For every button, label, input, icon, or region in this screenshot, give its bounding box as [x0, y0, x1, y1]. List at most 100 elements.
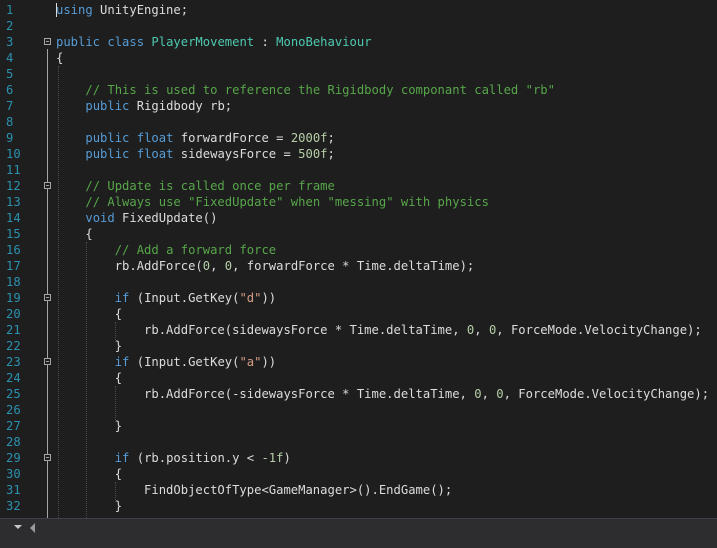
fold-if-d-icon[interactable] [44, 294, 51, 301]
code-token: { [56, 227, 93, 241]
code-token: } [56, 499, 123, 513]
code-token: 2000f [290, 131, 328, 145]
code-token: float [136, 131, 174, 145]
line-number: 17 [6, 259, 21, 273]
code-token: sidewaysForce = [173, 147, 299, 161]
line-number: 24 [6, 371, 21, 385]
code-token: (Input.GetKey( [129, 291, 240, 305]
code-line[interactable]: public Rigidbody rb; [56, 98, 232, 114]
code-token: rb.AddForce( [56, 259, 203, 273]
code-token: forwardForce = [173, 131, 291, 145]
code-token: )) [261, 291, 277, 305]
code-token: // Add a forward force [114, 243, 277, 257]
code-token: PlayerMovement [151, 35, 255, 49]
fold-region-line [47, 49, 48, 518]
code-token: { [56, 307, 123, 321]
text-cursor [56, 3, 57, 17]
code-token: 0 [474, 387, 482, 401]
code-token: , forwardForce * Time.deltaTime); [232, 259, 475, 273]
code-token: )) [261, 355, 277, 369]
line-number: 31 [6, 483, 21, 497]
fold-method-icon[interactable] [44, 182, 51, 189]
code-token: , [474, 323, 489, 337]
code-line[interactable]: if (Input.GetKey("d")) [56, 290, 276, 306]
line-number: 13 [6, 195, 21, 209]
line-number: 12 [6, 179, 21, 193]
code-line[interactable]: void FixedUpdate() [56, 210, 217, 226]
code-token: } [56, 339, 123, 353]
code-editor[interactable]: 1 2 3 4 5 6 7 8 9 10 11 12 13 14 15 16 17 18 19 20 21 22 23 24 2… [0, 0, 717, 518]
code-token: MonoBehaviour [276, 35, 372, 49]
code-token: , [481, 387, 497, 401]
code-token: FixedUpdate() [114, 211, 218, 225]
code-token: // Always use "FixedUpdate" when "messin… [85, 195, 489, 209]
line-number: 32 [6, 499, 21, 513]
code-line[interactable]: rb.AddForce(sidewaysForce * Time.deltaTi… [56, 322, 702, 338]
line-number: 26 [6, 403, 21, 417]
code-line[interactable]: rb.AddForce(-sidewaysForce * Time.deltaT… [56, 386, 709, 402]
line-number: 25 [6, 387, 21, 401]
code-line[interactable]: { [56, 226, 93, 242]
code-token: "a" [239, 355, 262, 369]
code-line[interactable]: // Update is called once per frame [56, 178, 335, 194]
fold-class-icon[interactable] [44, 38, 51, 45]
code-line[interactable]: } [56, 498, 122, 514]
indent-guide [115, 386, 116, 422]
code-line[interactable]: public float forwardForce = 2000f; [56, 130, 335, 146]
code-line[interactable]: rb.AddForce(0, 0, forwardForce * Time.de… [56, 258, 475, 274]
code-token: : [254, 35, 277, 49]
line-number: 3 [6, 35, 14, 49]
code-line[interactable]: { [56, 466, 122, 482]
code-token: class [107, 35, 145, 49]
indent-guide [115, 322, 116, 342]
code-line[interactable]: public class PlayerMovement : MonoBehavi… [56, 34, 372, 50]
code-token: if [114, 355, 130, 369]
code-line[interactable]: if (rb.position.y < -1f) [56, 450, 291, 466]
fold-if-a-icon[interactable] [44, 358, 51, 365]
line-number: 11 [6, 163, 21, 177]
code-token: public [85, 99, 130, 113]
code-token: "d" [239, 291, 262, 305]
code-line[interactable]: } [56, 338, 122, 354]
code-line[interactable]: using UnityEngine; [56, 2, 188, 18]
code-line[interactable]: { [56, 370, 122, 386]
chevron-down-icon[interactable] [14, 525, 22, 529]
code-line[interactable]: } [56, 418, 122, 434]
code-token: , ForceMode.VelocityChange); [496, 323, 702, 337]
line-number: 2 [6, 19, 14, 33]
line-number: 8 [6, 115, 14, 129]
code-token: } [56, 419, 123, 433]
line-number: 20 [6, 307, 21, 321]
horizontal-scrollbar[interactable] [0, 518, 717, 536]
line-number: 29 [6, 451, 21, 465]
code-line[interactable]: { [56, 306, 122, 322]
line-number: 14 [6, 211, 21, 225]
code-token: ; [327, 131, 335, 145]
line-number: 23 [6, 355, 21, 369]
code-line[interactable]: public float sidewaysForce = 500f; [56, 146, 335, 162]
line-number: 4 [6, 51, 14, 65]
code-token: // Update is called once per frame [85, 179, 335, 193]
line-number: 16 [6, 243, 21, 257]
code-line[interactable]: // Add a forward force [56, 242, 276, 258]
indent-guide [115, 482, 116, 502]
arrow-left-icon[interactable] [30, 523, 35, 533]
code-token: 0 [496, 387, 504, 401]
code-token: , ForceMode.VelocityChange); [503, 387, 710, 401]
code-token: using [56, 3, 93, 17]
code-line[interactable]: if (Input.GetKey("a")) [56, 354, 276, 370]
code-line[interactable]: // Always use "FixedUpdate" when "messin… [56, 194, 489, 210]
line-number: 9 [6, 131, 14, 145]
line-number: 10 [6, 147, 21, 161]
code-token: ) [283, 451, 291, 465]
line-number: 22 [6, 339, 21, 353]
line-number: 6 [6, 83, 14, 97]
fold-if-position-icon[interactable] [44, 454, 51, 461]
code-line[interactable]: // This is used to reference the Rigidbo… [56, 82, 555, 98]
code-token: rb.AddForce(sidewaysForce * Time.deltaTi… [56, 323, 467, 337]
code-token: (rb.position.y < [129, 451, 262, 465]
code-line[interactable]: { [56, 50, 63, 66]
